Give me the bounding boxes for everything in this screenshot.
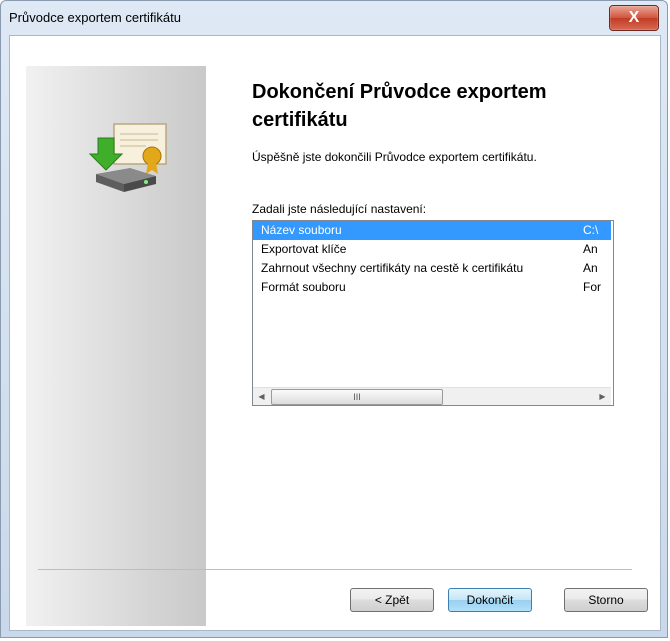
title-bar[interactable]: Průvodce exportem certifikátu X xyxy=(1,1,667,35)
list-item[interactable]: Exportovat klíče An xyxy=(253,240,611,259)
setting-value: C:\ xyxy=(583,223,599,237)
setting-name: Zahrnout všechny certifikáty na cestě k … xyxy=(261,261,524,275)
side-panel xyxy=(26,66,206,626)
list-item[interactable]: Název souboru C:\ xyxy=(253,221,611,240)
list-item[interactable]: Zahrnout všechny certifikáty na cestě k … xyxy=(253,259,611,278)
horizontal-scrollbar[interactable]: ◀ III ▶ xyxy=(253,387,611,405)
scrollbar-thumb[interactable]: III xyxy=(271,389,443,405)
setting-name: Formát souboru xyxy=(261,280,346,294)
close-button[interactable]: X xyxy=(609,5,659,31)
window-title: Průvodce exportem certifikátu xyxy=(9,10,181,25)
page-heading: Dokončení Průvodce exportem certifikátu xyxy=(252,81,547,131)
cancel-button[interactable]: Storno xyxy=(564,588,648,612)
scroll-left-icon[interactable]: ◀ xyxy=(253,388,270,405)
setting-value: An xyxy=(583,242,598,256)
setting-name: Název souboru xyxy=(261,223,342,237)
settings-label: Zadali jste následující nastavení: xyxy=(252,202,427,216)
back-button[interactable]: < Zpět xyxy=(350,588,434,612)
dialog-body: Dokončení Průvodce exportem certifikátu … xyxy=(9,35,661,631)
setting-value: An xyxy=(583,261,598,275)
finish-button[interactable]: Dokončit xyxy=(448,588,532,612)
footer-divider xyxy=(38,569,632,570)
list-item[interactable]: Formát souboru For xyxy=(253,278,611,297)
setting-value: For xyxy=(583,280,601,294)
success-message: Úspěšně jste dokončili Průvodce exportem… xyxy=(252,150,537,164)
certificate-export-icon xyxy=(88,123,167,192)
setting-name: Exportovat klíče xyxy=(261,242,347,256)
scroll-right-icon[interactable]: ▶ xyxy=(594,388,611,405)
dialog-window: Průvodce exportem certifikátu X Dokončen… xyxy=(0,0,668,638)
settings-listbox[interactable]: Název souboru C:\ Exportovat klíče An Za… xyxy=(252,220,614,406)
